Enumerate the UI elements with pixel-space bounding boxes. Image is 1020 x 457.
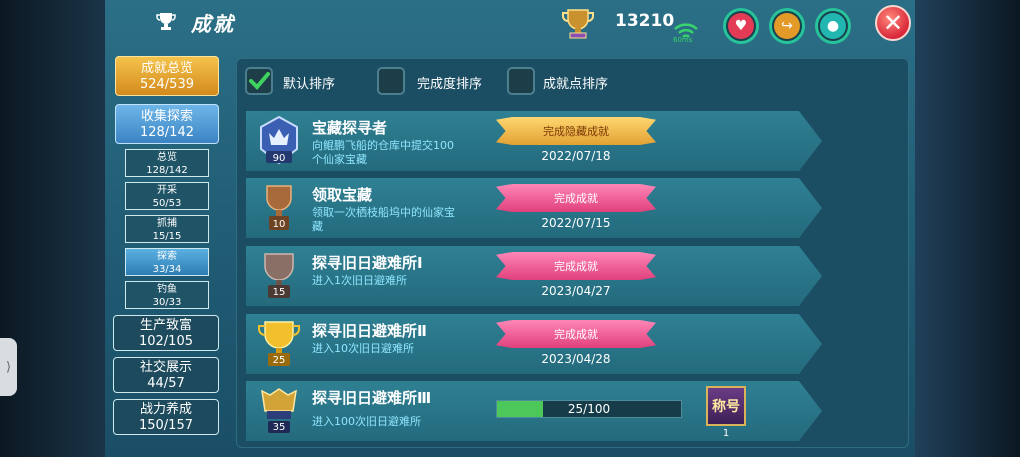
nav-overview-label: 成就总览 [140, 61, 193, 76]
achievement-desc: 向鲲鹏飞船的仓库中提交100个仙家宝藏 [312, 139, 454, 166]
status-ribbon: 完成成就 [496, 184, 656, 212]
nav-sub-mining[interactable]: 开采 50/53 [125, 182, 209, 210]
health-button[interactable]: ♥ [723, 8, 759, 44]
nav-sub-count: 50/53 [152, 198, 182, 209]
nav-sub-label: 开采 [157, 185, 177, 196]
reward-count: 1 [722, 428, 730, 439]
trophy-icon [156, 13, 176, 30]
nav-label: 生产致富 [139, 318, 192, 333]
badge-value: 25 [273, 355, 286, 366]
nav-collect-explore-count: 128/142 [139, 125, 194, 140]
completion-date: 2022/07/18 [541, 149, 611, 163]
nav-label: 社交展示 [139, 360, 192, 375]
badge-silver-cup-icon: 15 [264, 253, 294, 298]
background-right [915, 0, 1020, 457]
achievement-card[interactable]: 10 领取宝藏 领取一次栖枝船坞中的仙家宝藏 完成成就 2022/07/15 [246, 178, 822, 238]
nav-combat[interactable]: 战力养成 150/157 [113, 399, 219, 435]
nav-count: 44/57 [147, 376, 185, 391]
nav-sub-count: 33/34 [152, 264, 182, 275]
nav-label: 战力养成 [139, 402, 192, 417]
nav-sub-count: 30/33 [152, 297, 182, 308]
nav-count: 102/105 [138, 334, 193, 349]
badge-bronze-cup-icon: 10 [266, 185, 292, 230]
nav-production[interactable]: 生产致富 102/105 [113, 315, 219, 351]
achievement-panel: 成就 13210 60ms ♥ ↪ ● ✕ 成就总览 524/539 收集探索 … [105, 0, 915, 457]
strength-icon: ↪ [774, 13, 800, 39]
close-button[interactable]: ✕ [875, 5, 911, 41]
reward-label: 称号 [712, 399, 740, 415]
close-icon: ✕ [882, 9, 904, 37]
completion-date: 2023/04/28 [541, 352, 611, 366]
achievement-card[interactable]: 90 宝藏探寻者 向鲲鹏飞船的仓库中提交100个仙家宝藏 完成隐藏成就 2022… [246, 111, 822, 171]
nav-sub-count: 128/142 [146, 165, 188, 176]
achievement-points-trophy-icon [562, 9, 594, 39]
strength-button[interactable]: ↪ [769, 8, 805, 44]
sort-default-label: 默认排序 [283, 77, 336, 92]
badge-value: 35 [273, 422, 286, 433]
sort-default-checkbox[interactable] [245, 67, 273, 95]
progress-text: 25/100 [567, 402, 611, 416]
achievement-card[interactable]: 15 探寻旧日避难所Ⅰ 进入1次旧日避难所 完成成就 2023/04/27 [246, 246, 822, 306]
achievement-list: 默认排序 完成度排序 成就点排序 90 宝藏探寻者 向鲲鹏飞船的仓库中提交100… [236, 58, 909, 448]
nav-collect-explore-label: 收集探索 [140, 109, 193, 124]
badge-dark-gold-crest-icon: 35 [261, 388, 297, 433]
checkmark-icon [249, 72, 270, 90]
nav-sub-overview[interactable]: 总览 128/142 [125, 149, 209, 177]
completion-date: 2023/04/27 [541, 284, 611, 298]
nav-sub-fishing[interactable]: 钓鱼 30/33 [125, 281, 209, 309]
achievement-desc: 领取一次栖枝船坞中的仙家宝藏 [312, 206, 455, 233]
badge-value: 10 [273, 219, 286, 230]
achievement-desc: 进入1次旧日避难所 [312, 274, 407, 287]
nav-overview[interactable]: 成就总览 524/539 [115, 56, 219, 96]
badge-crown-icon: 90 [260, 115, 298, 165]
nav-social[interactable]: 社交展示 44/57 [113, 357, 219, 393]
nav-sub-label: 探索 [157, 251, 177, 262]
page-title: 成就 [191, 12, 235, 36]
header: 成就 13210 60ms ♥ ↪ ● ✕ [105, 0, 915, 46]
sort-points-label: 成就点排序 [543, 77, 609, 92]
side-drawer-handle[interactable]: ⟩ [0, 338, 17, 396]
ping-text: 60ms [673, 36, 693, 44]
nav-sub-capture[interactable]: 抓捕 15/15 [125, 215, 209, 243]
nav-collect-explore[interactable]: 收集探索 128/142 [115, 104, 219, 144]
achievement-name: 探寻旧日避难所Ⅲ [312, 389, 432, 407]
sort-points-checkbox[interactable] [507, 67, 535, 95]
achievement-desc: 进入100次旧日避难所 [312, 415, 421, 428]
category-nav: 成就总览 524/539 收集探索 128/142 总览 128/142 开采 … [113, 56, 225, 435]
badge-value: 90 [273, 153, 286, 164]
achievement-desc: 进入10次旧日避难所 [312, 342, 414, 355]
achievement-card[interactable]: 25 探寻旧日避难所Ⅱ 进入10次旧日避难所 完成成就 2023/04/28 [246, 314, 822, 374]
badge-value: 15 [273, 287, 286, 298]
badge-gold-cup-icon: 25 [258, 321, 300, 366]
reward-title-icon[interactable]: 称号 [706, 386, 746, 426]
sort-completion-checkbox[interactable] [377, 67, 405, 95]
nav-count: 150/157 [138, 418, 193, 433]
nav-sub-count: 15/15 [152, 231, 182, 242]
status-ribbon: 完成成就 [496, 252, 656, 280]
achievement-points: 13210 [615, 11, 675, 31]
achievement-name: 探寻旧日避难所Ⅰ [312, 254, 423, 272]
status-ribbon: 完成隐藏成就 [496, 117, 656, 145]
status-ribbon: 完成成就 [496, 320, 656, 348]
progress-bar: 25/100 [496, 400, 682, 418]
nav-sub-label: 总览 [157, 152, 177, 163]
achievement-name: 宝藏探寻者 [312, 119, 388, 137]
water-button[interactable]: ● [815, 8, 851, 44]
achievement-name: 探寻旧日避难所Ⅱ [312, 322, 427, 340]
heart-icon: ♥ [728, 13, 754, 39]
nav-overview-count: 524/539 [139, 77, 194, 92]
sort-completion-label: 完成度排序 [417, 77, 483, 92]
achievement-name: 领取宝藏 [312, 186, 373, 204]
nav-sub-explore[interactable]: 探索 33/34 [125, 248, 209, 276]
nav-sub-label: 钓鱼 [157, 284, 177, 295]
water-drop-icon: ● [820, 13, 846, 39]
sort-options: 默认排序 完成度排序 成就点排序 [245, 67, 905, 97]
nav-sub-label: 抓捕 [157, 218, 177, 229]
achievement-card[interactable]: 35 探寻旧日避难所Ⅲ 进入100次旧日避难所 25/100 称号 1 [246, 381, 822, 441]
completion-date: 2022/07/15 [541, 216, 611, 230]
